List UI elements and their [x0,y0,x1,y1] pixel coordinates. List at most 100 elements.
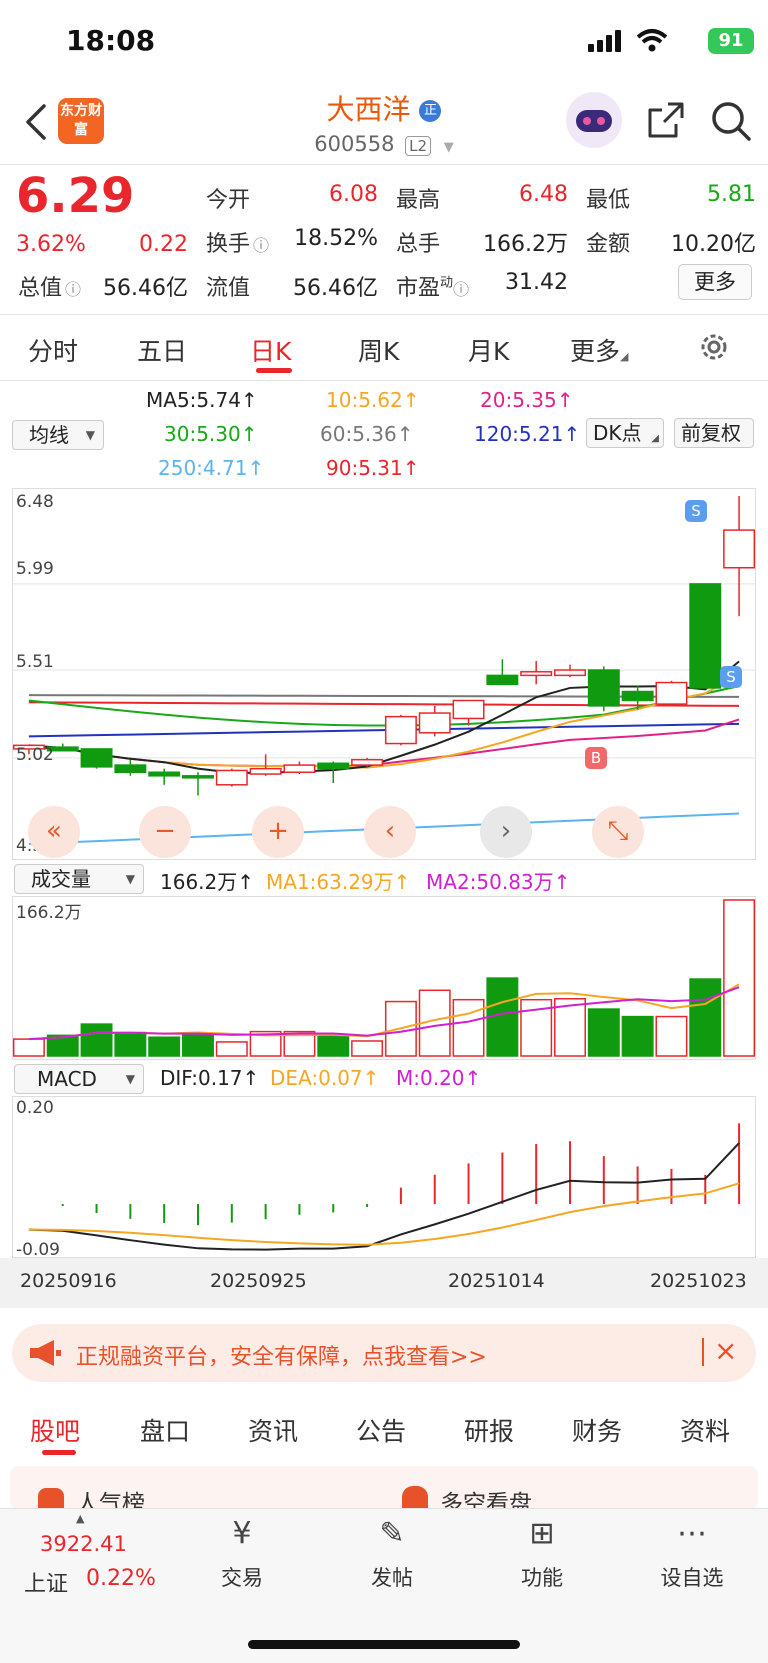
nav-post[interactable]: 发帖 [342,1562,442,1592]
ranking-icon [38,1488,64,1508]
candle-body [317,762,350,770]
open-value: 6.08 [329,182,378,207]
indicator-select[interactable]: 均线 ▼ [12,420,104,450]
tab-announcement[interactable]: 公告 [356,1412,406,1448]
tab-five-day[interactable]: 五日 [137,332,187,368]
ma10-line [28,673,740,769]
active-tab-indicator [256,368,292,373]
float-value-label: 流值 [206,276,251,301]
tab-pankou[interactable]: 盘口 [140,1412,190,1448]
ma60-value: 60:5.36↑ [320,422,414,446]
search-icon[interactable] [710,100,752,142]
tab-daily-k[interactable]: 日K [250,332,291,368]
macd-chart [12,1096,756,1258]
sell-marker[interactable]: S [720,666,742,688]
dropdown-caret-icon: ▼ [125,872,135,886]
chart-frame [12,488,756,860]
candle-body [182,775,214,779]
info-icon[interactable]: ⓘ [253,236,269,255]
change-amount: 0.22 [139,232,188,257]
volume-bar [114,1031,147,1057]
tab-research[interactable]: 研报 [464,1412,514,1448]
macd-axis-top: 0.20 [16,1098,54,1118]
volume-value: 166.2万 [483,232,568,257]
turnover-label-text: 换手 [206,232,251,257]
index-name: 上证 [24,1572,69,1597]
ma5-line [28,660,740,774]
ma250-value: 250:4.71↑ [158,456,265,480]
step-forward-icon[interactable]: › [480,806,532,858]
turnover-label: 换手 ⓘ [206,226,269,258]
candle-body [655,681,688,705]
candle-body [80,748,113,768]
close-icon[interactable]: × [714,1334,737,1367]
volume-chart [12,896,756,1060]
tab-finance[interactable]: 财务 [572,1412,622,1448]
ma30-value: 30:5.30↑ [164,422,258,446]
candle-body [689,583,722,689]
tab-profile[interactable]: 资料 [680,1412,730,1448]
low-value: 5.81 [707,182,756,207]
fast-backward-icon[interactable]: « [28,806,80,858]
date-4: 20251023 [650,1270,747,1292]
index-value[interactable]: 3922.41 [40,1532,127,1556]
more-button[interactable]: 更多 [678,264,752,300]
vs-icon [402,1486,428,1508]
expand-up-icon[interactable]: ▲ [76,1512,84,1525]
volume-bar [148,1036,181,1057]
step-back-icon[interactable]: ‹ [364,806,416,858]
status-time: 18:08 [66,24,156,57]
tab-monthly-k[interactable]: 月K [468,332,509,368]
macd-indicator-select[interactable]: MACD ▼ [14,1064,144,1094]
buy-marker[interactable]: B [585,747,607,769]
share-icon[interactable] [646,100,686,140]
zoom-out-icon[interactable]: − [139,806,191,858]
volume-bar [351,1040,384,1057]
volume-select-label: 成交量 [31,867,91,891]
tab-weekly-k[interactable]: 周K [358,332,399,368]
adjust-button[interactable]: 前复权 [674,418,754,448]
nav-function[interactable]: 功能 [492,1562,592,1592]
name-badge: 正 [419,100,442,122]
megaphone-icon [30,1340,61,1366]
ma90-line [28,701,740,707]
more-dots-icon[interactable]: ⋯ [642,1516,742,1551]
settings-gear-icon[interactable] [698,331,730,363]
index-change: 0.22% [86,1566,156,1591]
trade-icon[interactable]: ¥ [192,1516,292,1551]
tab-intraday[interactable]: 分时 [28,332,78,368]
home-indicator [248,1640,520,1649]
high-value: 6.48 [519,182,568,207]
function-grid-icon[interactable]: ⊞ [492,1516,592,1551]
battery-indicator: 91 [708,28,754,54]
tab-guba[interactable]: 股吧 [30,1412,80,1448]
dea-line [28,1182,740,1246]
robot-avatar-icon[interactable] [566,92,622,148]
change-pct: 3.62% [16,232,86,257]
banner-text[interactable]: 正规融资平台，安全有保障，点我查看>> [76,1339,487,1371]
candle-body [520,671,553,677]
code-text: 600558 [314,132,395,156]
banner-divider [702,1338,704,1366]
price-axis-4: 5.02 [16,745,54,765]
ma90-value: 90:5.31↑ [326,456,420,480]
post-edit-icon[interactable]: ✎ [342,1516,442,1551]
nav-add-watchlist[interactable]: 设自选 [642,1562,742,1592]
candlestick-chart[interactable] [12,488,756,860]
dk-point-button[interactable]: DK点 ◢ [586,418,664,448]
tab-more[interactable]: 更多◢ [570,332,628,368]
sell-marker-top[interactable]: S [685,500,707,522]
candle-body [723,529,756,569]
volume-indicator-select[interactable]: 成交量 ▼ [14,864,144,894]
zoom-in-icon[interactable]: + [252,806,304,858]
fullscreen-icon[interactable]: ⤡ [592,806,644,858]
high-label: 最高 [396,188,441,213]
volume-bar [452,998,485,1057]
nav-trade[interactable]: 交易 [192,1562,292,1592]
stock-name-text: 大西洋 [326,93,411,126]
tab-more-label: 更多 [570,337,621,366]
info-icon[interactable]: ⓘ [65,280,81,299]
info-icon[interactable]: ⓘ [453,280,469,299]
volume-bar [80,1023,113,1057]
tab-news[interactable]: 资讯 [248,1412,298,1448]
